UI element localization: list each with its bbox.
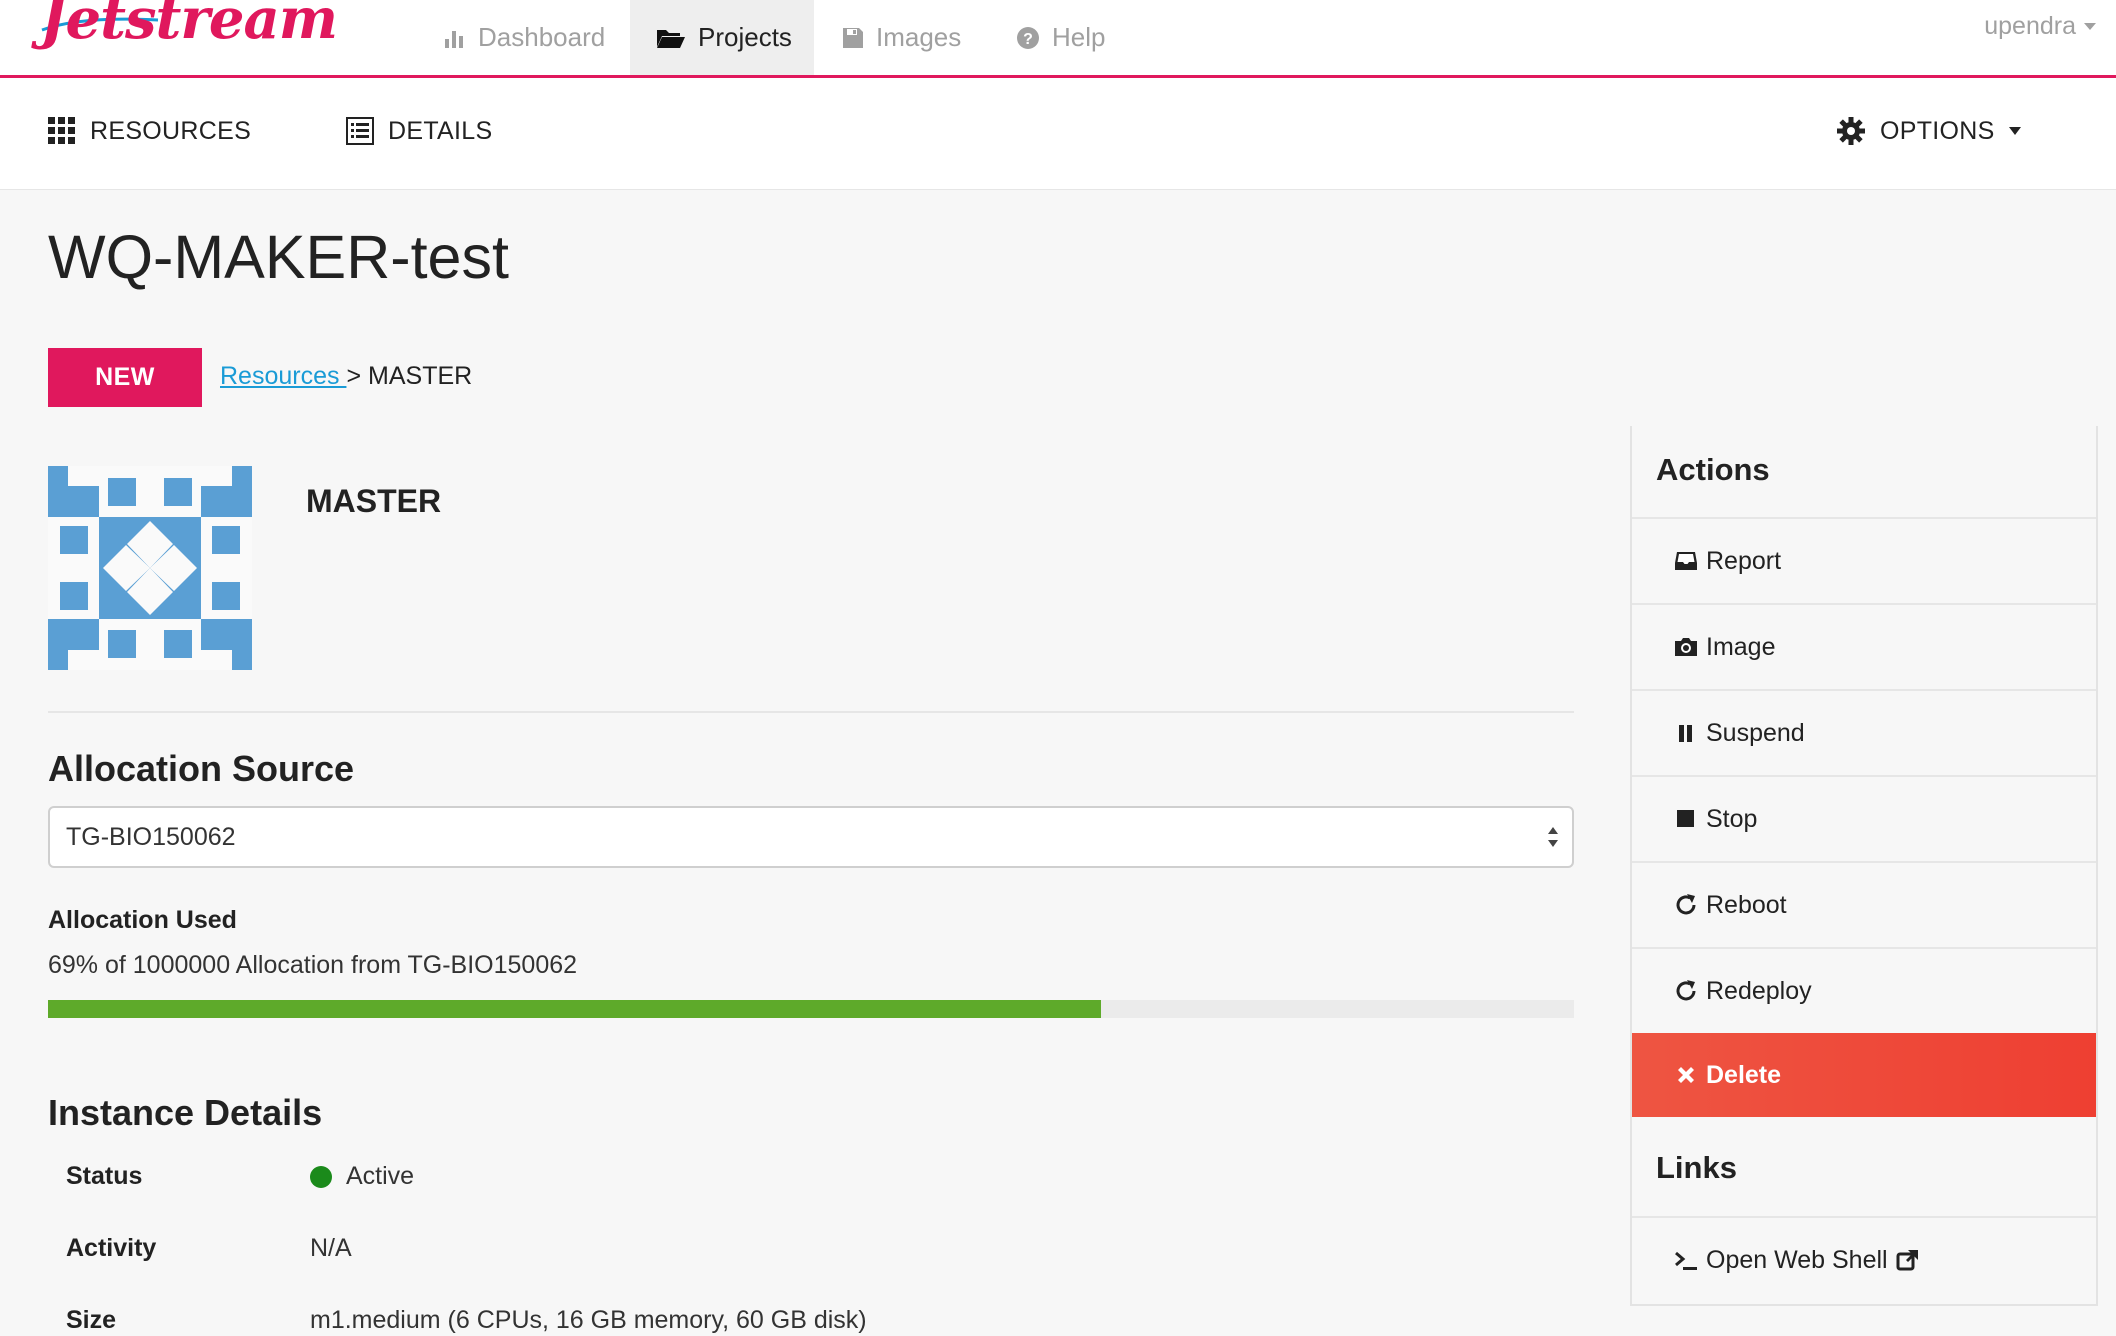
terminal-icon xyxy=(1675,1251,1697,1270)
detail-key: Status xyxy=(66,1162,143,1190)
action-report-label: Report xyxy=(1706,546,1782,575)
detail-value: Active xyxy=(310,1162,414,1191)
jetstream-logo[interactable]: Jetstream xyxy=(40,0,338,66)
status-value: Active xyxy=(346,1162,415,1190)
action-reboot-label: Reboot xyxy=(1706,890,1787,919)
user-name: upendra xyxy=(1984,12,2076,40)
breadcrumb-resources-link[interactable]: Resources xyxy=(220,362,346,390)
action-suspend[interactable]: Suspend xyxy=(1632,689,2096,775)
action-delete-label: Delete xyxy=(1706,1060,1782,1089)
tab-resources[interactable]: RESOURCES xyxy=(48,106,251,156)
link-open-web-shell[interactable]: Open Web Shell xyxy=(1632,1216,2096,1302)
refresh-icon xyxy=(1676,894,1696,915)
options-dropdown[interactable]: OPTIONS xyxy=(1836,106,2021,156)
folder-open-icon xyxy=(657,29,685,48)
caret-down-icon xyxy=(2008,127,2021,135)
tab-resources-label: RESOURCES xyxy=(90,116,252,145)
grid-icon xyxy=(48,117,75,144)
tab-details[interactable]: DETAILS xyxy=(346,106,492,156)
times-icon xyxy=(1678,1067,1694,1083)
project-subnav: RESOURCES DETAILS OPTIONS xyxy=(0,78,2116,190)
nav-projects[interactable]: Projects xyxy=(630,0,814,75)
bar-chart-icon xyxy=(445,30,463,48)
nav-images-label: Images xyxy=(876,22,962,52)
actions-sidebar: Actions Report Image Suspend Stop Reboot xyxy=(1630,426,2098,1306)
status-badge: NEW xyxy=(48,348,202,407)
nav-dashboard-label: Dashboard xyxy=(478,22,606,52)
allocation-source-select[interactable]: TG-BIO150062 xyxy=(48,806,1574,868)
options-label: OPTIONS xyxy=(1880,116,1995,145)
action-image[interactable]: Image xyxy=(1632,603,2096,689)
detail-value: m1.medium (6 CPUs, 16 GB memory, 60 GB d… xyxy=(310,1306,867,1334)
actions-heading: Actions xyxy=(1656,452,1770,487)
allocation-source-value: TG-BIO150062 xyxy=(66,822,236,851)
camera-icon xyxy=(1675,638,1697,656)
external-link-icon xyxy=(1896,1250,1918,1271)
nav-dashboard[interactable]: Dashboard xyxy=(444,0,614,75)
refresh-icon xyxy=(1676,980,1696,1001)
link-open-web-shell-label: Open Web Shell xyxy=(1706,1245,1888,1274)
caret-down-icon xyxy=(2084,22,2096,30)
detail-key: Size xyxy=(66,1306,117,1334)
action-suspend-label: Suspend xyxy=(1706,718,1805,747)
allocation-used-text: 69% of 1000000 Allocation from TG-BIO150… xyxy=(48,951,578,979)
action-stop-label: Stop xyxy=(1706,804,1758,833)
question-circle-icon: ? xyxy=(1017,26,1039,49)
inbox-icon xyxy=(1675,552,1697,570)
breadcrumb-separator: > xyxy=(346,362,362,390)
list-alt-icon xyxy=(346,117,374,145)
tab-details-label: DETAILS xyxy=(388,116,493,145)
action-redeploy-label: Redeploy xyxy=(1706,976,1812,1005)
stop-icon xyxy=(1677,810,1694,827)
action-redeploy[interactable]: Redeploy xyxy=(1632,947,2096,1033)
instance-name: MASTER xyxy=(306,483,442,519)
allocation-progress-bar xyxy=(48,1000,1574,1018)
pause-icon xyxy=(1679,725,1692,742)
floppy-disk-icon xyxy=(843,27,863,48)
action-report[interactable]: Report xyxy=(1632,517,2096,603)
gear-icon xyxy=(1837,117,1865,145)
action-image-label: Image xyxy=(1706,632,1776,661)
nav-help-label: Help xyxy=(1052,22,1106,52)
user-menu[interactable]: upendra xyxy=(1984,12,2096,41)
breadcrumb: Resources > MASTER xyxy=(220,362,472,391)
instance-avatar xyxy=(48,466,252,670)
breadcrumb-current: MASTER xyxy=(368,362,473,390)
action-reboot[interactable]: Reboot xyxy=(1632,861,2096,947)
detail-key: Activity xyxy=(66,1234,157,1262)
action-delete[interactable]: Delete xyxy=(1632,1033,2096,1117)
select-arrows-icon xyxy=(1548,827,1558,847)
status-dot-icon xyxy=(310,1165,332,1188)
instance-details-heading: Instance Details xyxy=(48,1092,323,1133)
allocation-used-label: Allocation Used xyxy=(48,906,237,934)
section-divider xyxy=(48,711,1574,713)
links-heading: Links xyxy=(1656,1150,1737,1185)
allocation-source-heading: Allocation Source xyxy=(48,748,355,789)
nav-help[interactable]: ? Help xyxy=(1016,0,1146,75)
page-title: WQ-MAKER-test xyxy=(48,223,509,291)
nav-images[interactable]: Images xyxy=(842,0,992,75)
nav-projects-label: Projects xyxy=(698,22,792,52)
allocation-progress-fill xyxy=(48,1000,1101,1018)
top-navbar: Jetstream Dashboard Projects Images ? He… xyxy=(0,0,2116,78)
detail-value: N/A xyxy=(310,1234,352,1262)
action-stop[interactable]: Stop xyxy=(1632,775,2096,861)
svg-text:?: ? xyxy=(1023,31,1033,48)
